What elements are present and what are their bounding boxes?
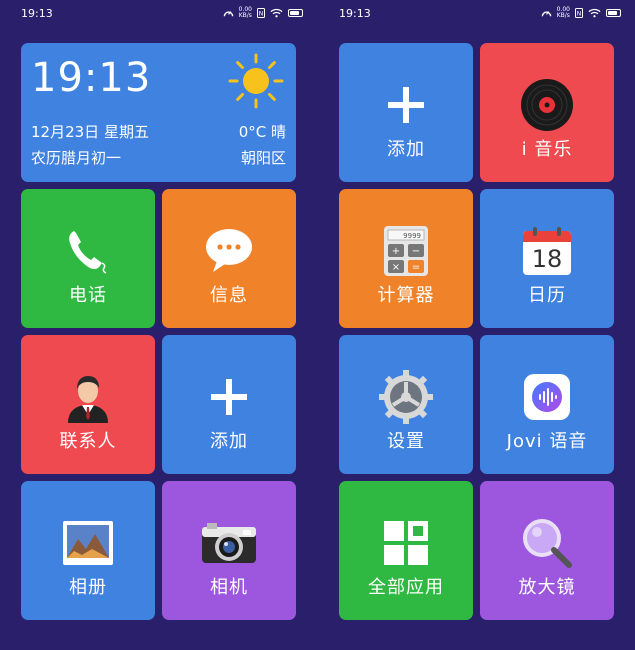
net-speed: 0.00 KB/s bbox=[238, 6, 252, 19]
app-label: 添加 bbox=[210, 431, 248, 452]
home-screen-right: 19:13 0.00 KB/s N 添加 i 音乐 9999 + − × = 计… bbox=[318, 0, 635, 650]
app-label: 放大镜 bbox=[518, 577, 576, 598]
app-label: i 音乐 bbox=[521, 139, 573, 160]
wifi-icon bbox=[270, 8, 283, 18]
widget-lunar-date: 农历腊月初一 bbox=[31, 149, 122, 167]
nfc-icon: N bbox=[257, 8, 265, 18]
widget-temperature: 0°C 晴 bbox=[238, 123, 286, 141]
battery-icon bbox=[288, 9, 303, 17]
app-label: 计算器 bbox=[377, 285, 435, 306]
nfc-icon: N bbox=[575, 8, 583, 18]
app-label: 日历 bbox=[528, 285, 566, 306]
speedometer-icon bbox=[223, 10, 233, 16]
svg-text:−: − bbox=[412, 246, 420, 257]
voice-assistant-icon bbox=[519, 369, 575, 425]
calendar-icon-graphic: 18 bbox=[522, 226, 572, 276]
app-tile-phone[interactable]: 电话 bbox=[21, 189, 155, 328]
speedometer-icon bbox=[541, 10, 551, 16]
net-speed: 0.00 KB/s bbox=[556, 6, 570, 19]
app-tile-add[interactable]: 添加 bbox=[339, 43, 473, 182]
status-bar: 19:13 0.00 KB/s N bbox=[21, 5, 303, 21]
status-bar: 19:13 0.00 KB/s N bbox=[339, 5, 621, 21]
app-tile-calculator[interactable]: 9999 + − × = 计算器 bbox=[339, 189, 473, 328]
svg-text:N: N bbox=[577, 11, 582, 18]
app-label: 电话 bbox=[69, 285, 107, 306]
app-label: 添加 bbox=[387, 139, 425, 160]
message-icon bbox=[201, 223, 257, 279]
calendar-day-number: 18 bbox=[531, 245, 563, 273]
svg-text:+: + bbox=[392, 246, 400, 257]
app-tile-contacts[interactable]: 联系人 bbox=[21, 335, 155, 474]
plus-icon bbox=[201, 369, 257, 425]
app-label: 信息 bbox=[210, 285, 248, 306]
app-tile-all-apps[interactable]: 全部应用 bbox=[339, 481, 473, 620]
app-tile-gallery[interactable]: 相册 bbox=[21, 481, 155, 620]
battery-icon bbox=[606, 9, 621, 17]
widget-date: 12月23日 星期五 bbox=[31, 123, 149, 141]
app-tile-settings[interactable]: 设置 bbox=[339, 335, 473, 474]
home-screen-left: 19:13 0.00 KB/s N 19:13 12月23日 星期五 农历腊月初… bbox=[0, 0, 317, 650]
calculator-icon: 9999 + − × = bbox=[378, 223, 434, 279]
all-apps-icon bbox=[378, 515, 434, 571]
gallery-icon bbox=[60, 515, 116, 571]
calendar-icon: 18 bbox=[519, 223, 575, 279]
gear-icon bbox=[378, 369, 434, 425]
widget-location: 朝阳区 bbox=[240, 149, 286, 167]
app-tile-jovi-voice[interactable]: Jovi 语音 bbox=[480, 335, 614, 474]
status-icons: 0.00 KB/s N bbox=[223, 7, 303, 19]
svg-text:9999: 9999 bbox=[403, 232, 421, 240]
app-label: 联系人 bbox=[59, 431, 117, 452]
status-icons: 0.00 KB/s N bbox=[541, 7, 621, 19]
app-label: 全部应用 bbox=[368, 577, 444, 598]
phone-icon bbox=[60, 223, 116, 279]
clock-weather-widget[interactable]: 19:13 12月23日 星期五 农历腊月初一 0°C 晴 朝阳区 bbox=[21, 43, 296, 182]
app-label: 相册 bbox=[69, 577, 107, 598]
camera-icon bbox=[201, 515, 257, 571]
app-tile-calendar[interactable]: 18 日历 bbox=[480, 189, 614, 328]
app-label: 设置 bbox=[387, 431, 425, 452]
contact-icon bbox=[60, 369, 116, 425]
app-label: 相机 bbox=[210, 577, 248, 598]
app-label: Jovi 语音 bbox=[506, 431, 588, 452]
app-tile-magnifier[interactable]: 放大镜 bbox=[480, 481, 614, 620]
magnifier-icon bbox=[519, 515, 575, 571]
plus-icon bbox=[378, 77, 434, 133]
sun-icon bbox=[228, 53, 284, 109]
app-tile-i-music[interactable]: i 音乐 bbox=[480, 43, 614, 182]
app-tile-message[interactable]: 信息 bbox=[162, 189, 296, 328]
app-tile-add[interactable]: 添加 bbox=[162, 335, 296, 474]
status-time: 19:13 bbox=[21, 6, 53, 20]
status-time: 19:13 bbox=[339, 6, 371, 20]
wifi-icon bbox=[588, 8, 601, 18]
svg-text:×: × bbox=[392, 262, 400, 273]
widget-time: 19:13 bbox=[31, 55, 152, 101]
svg-text:=: = bbox=[412, 262, 420, 273]
music-disc-icon bbox=[519, 77, 575, 133]
app-tile-camera[interactable]: 相机 bbox=[162, 481, 296, 620]
svg-text:N: N bbox=[259, 11, 264, 18]
